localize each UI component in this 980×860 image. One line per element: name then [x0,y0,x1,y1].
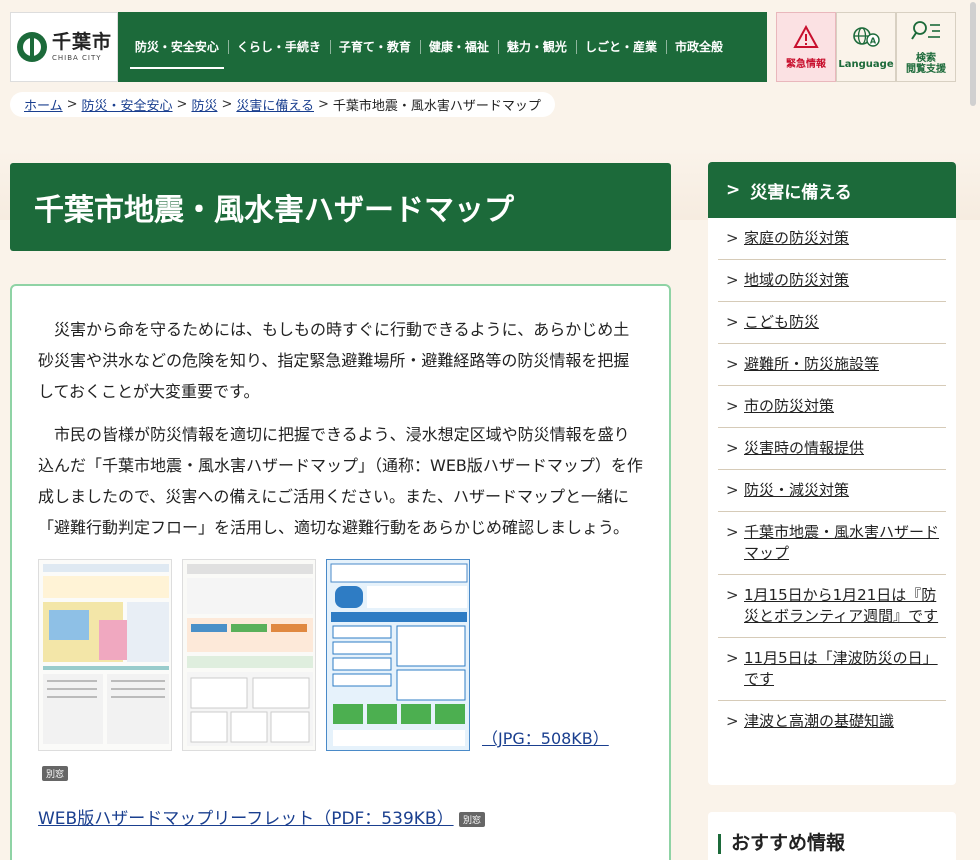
gnav-bousai[interactable]: 防災・安全安心 [126,35,228,69]
hazard-map-jpg-link[interactable]: （JPG：508KB） [482,725,609,749]
side-item-chiiki: 地域の防災対策 [718,260,946,302]
recommend-heading: おすすめ情報 [731,832,846,854]
chevron-right-icon: > [726,180,741,200]
search-icon [910,19,942,48]
logo-subtitle: CHIBA CITY [52,53,102,62]
side-item-hazard-map: 千葉市地震・風水害ハザードマップ [718,512,946,575]
intro-paragraph: 災害から命を守るためには、もしもの時すぐに行動できるように、あらかじめ土砂災害や… [38,320,630,401]
side-item-tsunami-basics: 津波と高潮の基礎知識 [718,701,946,742]
site-logo[interactable]: 千葉市 CHIBA CITY [10,12,118,82]
svg-text:A: A [870,36,877,45]
new-window-badge: 別窓 [42,766,69,781]
language-button[interactable]: A Language [836,12,896,82]
global-nav: 防災・安全安心 くらし・手続き 子育て・教育 健康・福祉 魅力・観光 しごと・産… [117,12,767,82]
description-paragraph: 市民の皆様が防災情報を適切に把握できるよう、浸水想定区域や防災情報を盛り込んだ「… [38,425,643,537]
breadcrumb-bousai-anzen[interactable]: 防災・安全安心 [82,95,173,114]
gnav-shigoto[interactable]: しごと・産業 [575,35,666,59]
scrollbar-thumb[interactable] [970,2,976,106]
side-item-gensai: 防災・減災対策 [718,470,946,512]
main-content: 災害から命を守るためには、もしもの時すぐに行動できるように、あらかじめ土砂災害や… [10,284,671,860]
leaflet-back-thumbnail[interactable] [182,559,316,751]
breadcrumb-sonaeru[interactable]: 災害に備える [236,95,314,114]
heading-bar [718,833,721,854]
side-item-tsunami-day: 11月5日は「津波防災の日」です [718,638,946,701]
gnav-miryoku[interactable]: 魅力・観光 [497,35,576,59]
side-item-volunteer-week: 1月15日から1月21日は『防災とボランティア週間』です [718,575,946,638]
hazard-map-figure: （JPG：508KB） [38,559,643,751]
breadcrumb: ホーム > 防災・安全安心 > 防災 > 災害に備える > 千葉市地震・風水害ハ… [10,92,555,117]
search-support-button[interactable]: 検索 閲覧支援 [896,12,956,82]
side-nav-heading[interactable]: > 災害に備える [708,162,956,218]
gnav-shisei[interactable]: 市政全般 [665,35,732,59]
warning-icon [793,24,819,54]
site-header: 千葉市 CHIBA CITY 防災・安全安心 くらし・手続き 子育て・教育 健康… [10,12,956,82]
browse-support-label: 閲覧支援 [906,64,946,75]
gnav-kurashi[interactable]: くらし・手続き [227,35,330,59]
leaflet-front-thumbnail[interactable] [38,559,172,751]
side-item-joho: 災害時の情報提供 [718,428,946,470]
logo-title: 千葉市 [52,30,113,53]
side-item-katei: 家庭の防災対策 [718,218,946,260]
side-item-shi-taisaku: 市の防災対策 [718,386,946,428]
recommend-section: おすすめ情報 [708,812,956,860]
search-label: 検索 [916,53,936,64]
page-title: 千葉市地震・風水害ハザードマップ [10,163,671,251]
breadcrumb-bousai[interactable]: 防災 [191,95,217,114]
scrollbar[interactable] [968,0,978,860]
breadcrumb-home[interactable]: ホーム [24,95,63,114]
language-label: Language [838,58,894,70]
evacuation-flow-thumbnail[interactable] [326,559,470,751]
leaflet-pdf-link[interactable]: WEB版ハザードマップリーフレット（PDF：539KB） [38,809,454,829]
new-window-badge-pdf: 別窓 [458,811,485,827]
globe-icon: A [851,25,881,54]
side-item-kodomo: こども防災 [718,302,946,344]
gnav-kosodate[interactable]: 子育て・教育 [329,35,420,59]
utility-nav: 緊急情報 A Language 検索 閲覧支援 [776,12,956,82]
side-nav: > 災害に備える 家庭の防災対策 地域の防災対策 こども防災 避難所・防災施設等… [708,162,956,785]
gnav-kenkou[interactable]: 健康・福祉 [419,35,498,59]
side-item-hinanjo: 避難所・防災施設等 [718,344,946,386]
emergency-button[interactable]: 緊急情報 [776,12,836,82]
chiba-emblem-icon [17,32,47,62]
breadcrumb-current: 千葉市地震・風水害ハザードマップ [332,99,541,114]
emergency-label: 緊急情報 [786,58,826,70]
side-nav-list: 家庭の防災対策 地域の防災対策 こども防災 避難所・防災施設等 市の防災対策 災… [708,218,956,742]
